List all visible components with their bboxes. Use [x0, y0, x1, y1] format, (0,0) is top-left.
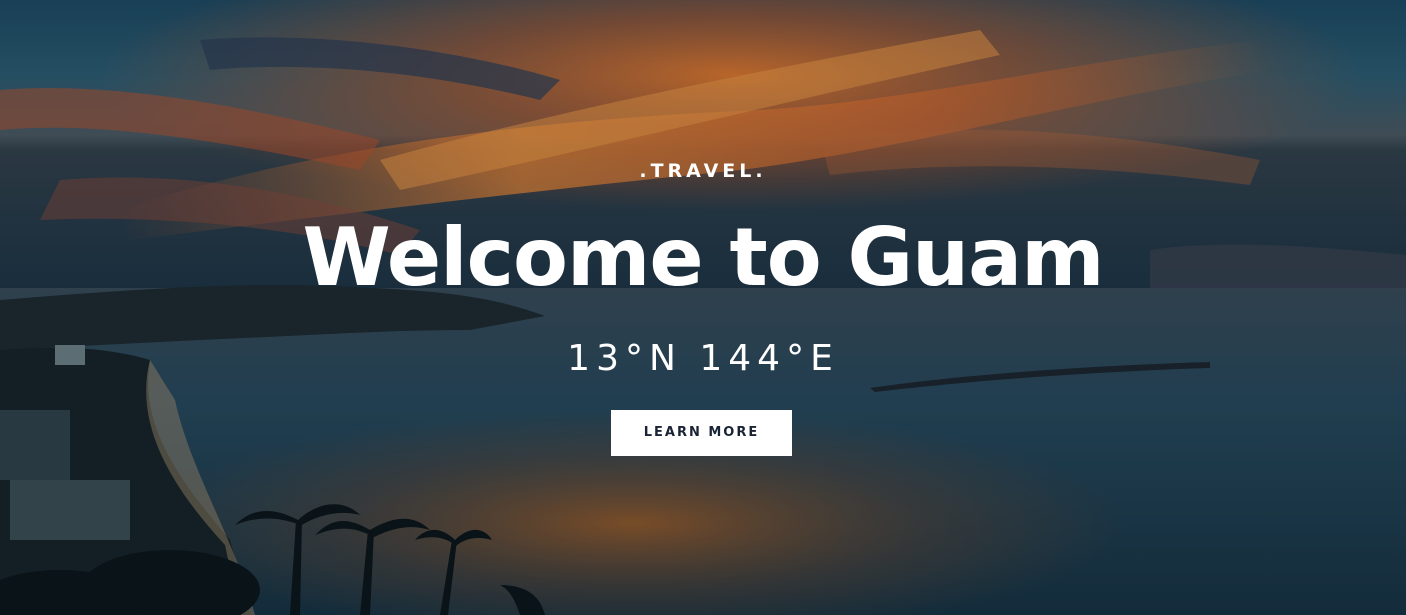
- hero-content: .TRAVEL. Welcome to Guam 13°N 144°E LEAR…: [0, 0, 1406, 615]
- hero-section: .TRAVEL. Welcome to Guam 13°N 144°E LEAR…: [0, 0, 1406, 615]
- hero-coordinates: 13°N 144°E: [567, 338, 839, 379]
- hero-title: Welcome to Guam: [302, 211, 1105, 304]
- hero-eyebrow: .TRAVEL.: [639, 160, 767, 182]
- learn-more-button[interactable]: LEARN MORE: [611, 410, 792, 456]
